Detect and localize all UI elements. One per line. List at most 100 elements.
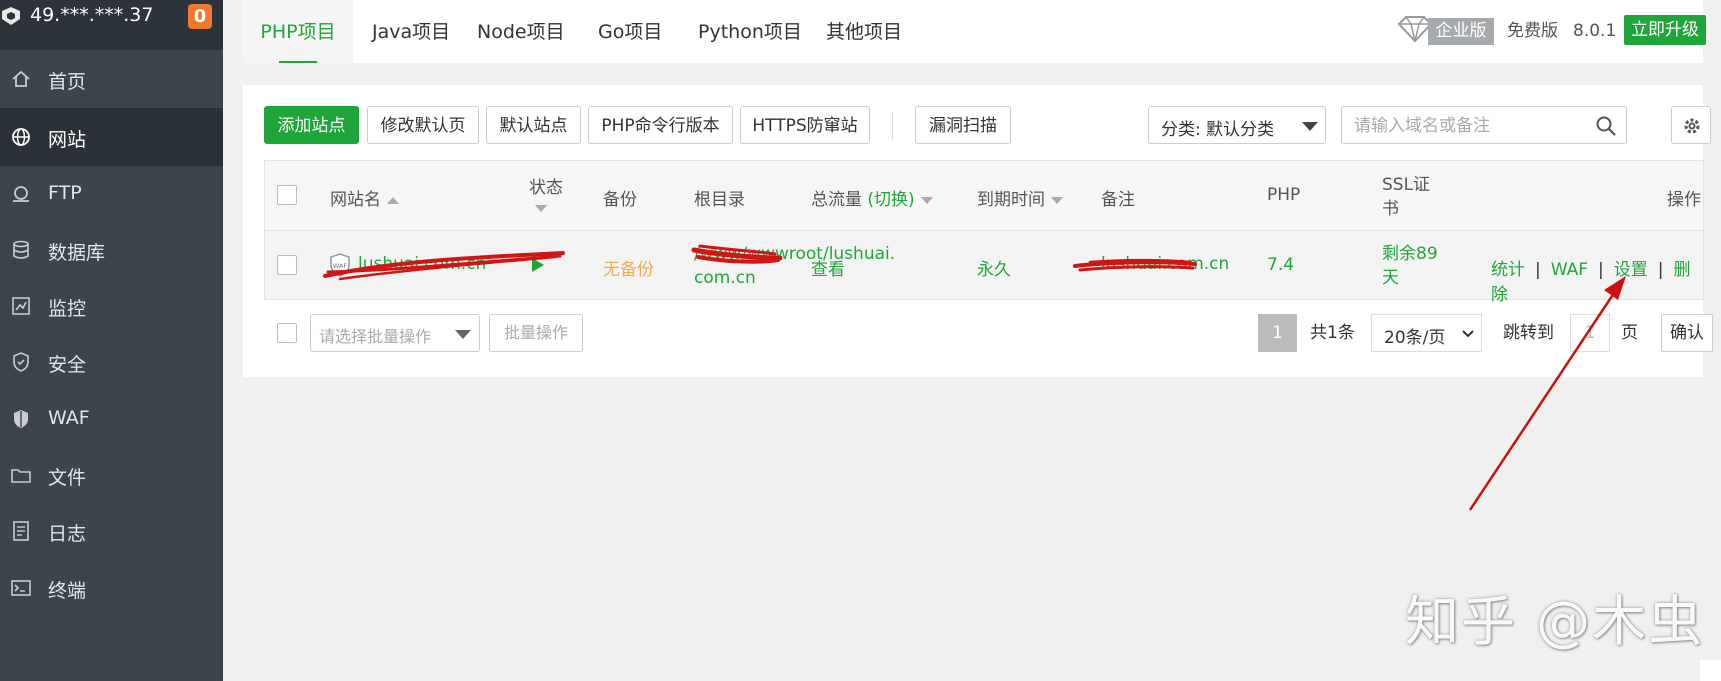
search-icon[interactable] <box>1595 115 1617 137</box>
enterprise-edition-label[interactable]: 企业版 <box>1428 18 1494 45</box>
batch-operation-button[interactable]: 批量操作 <box>489 314 583 352</box>
play-status-icon[interactable] <box>531 257 545 273</box>
default-site-button[interactable]: 默认站点 <box>486 106 581 144</box>
footer-select-all-checkbox[interactable] <box>277 323 297 343</box>
header-ssl: SSL证书 <box>1382 175 1431 219</box>
tab-java[interactable]: Java项目 <box>372 0 450 63</box>
page-size-select[interactable]: 20条/页 <box>1371 314 1482 352</box>
modify-default-page-button[interactable]: 修改默认页 <box>367 106 479 144</box>
header-backup: 备份 <box>603 190 637 210</box>
tab-node[interactable]: Node项目 <box>477 0 565 63</box>
traffic-switch-link[interactable]: (切换) <box>867 190 914 210</box>
header-expire[interactable]: 到期时间 <box>977 185 1063 210</box>
sidebar-item-home[interactable]: 首页 <box>0 50 223 108</box>
sidebar-item-ftp[interactable]: FTP <box>0 165 223 223</box>
tab-label: Python项目 <box>698 21 802 43</box>
row-checkbox[interactable] <box>277 255 297 275</box>
jump-label: 跳转到 <box>1503 323 1554 343</box>
free-edition-label: 免费版 <box>1507 21 1558 41</box>
sidebar-item-files[interactable]: 文件 <box>0 446 223 504</box>
server-ip: 49.***.***.37 <box>30 4 154 26</box>
site-name-link[interactable]: lushuai.com.cn <box>358 254 486 274</box>
search-box[interactable] <box>1341 106 1627 144</box>
header-status[interactable]: 状态 <box>529 173 563 218</box>
server-logo-icon <box>2 7 20 25</box>
backup-status[interactable]: 无备份 <box>603 255 654 280</box>
php-cli-version-button[interactable]: PHP命令行版本 <box>588 106 733 144</box>
chevron-down-icon <box>1462 330 1474 338</box>
sidebar-item-security[interactable]: 安全 <box>0 333 223 391</box>
header-php: PHP <box>1267 185 1301 205</box>
monitor-icon <box>12 297 30 315</box>
chevron-down-icon <box>1302 122 1318 131</box>
sidebar-item-logs[interactable]: 日志 <box>0 502 223 560</box>
expire-value[interactable]: 永久 <box>977 255 1011 280</box>
header-site-name[interactable]: 网站名 <box>330 185 399 210</box>
version-label[interactable]: 8.0.1 <box>1573 18 1616 45</box>
database-icon <box>13 240 29 259</box>
tab-python[interactable]: Python项目 <box>698 0 802 63</box>
server-header: 49.***.***.37 0 <box>0 0 223 50</box>
sidebar-item-label: WAF <box>48 407 90 429</box>
page-size-value: 20条/页 <box>1384 328 1446 348</box>
ssl-status-link[interactable]: 剩余89 天 <box>1382 242 1438 290</box>
header-actions: 操作 <box>1667 190 1701 210</box>
shield-icon <box>13 352 29 372</box>
current-page-button[interactable]: 1 <box>1258 314 1297 352</box>
sidebar-item-label: 终端 <box>48 580 87 602</box>
root-dir-link[interactable]: /www/wwwroot/lushuai. com.cn <box>694 242 895 290</box>
category-select[interactable]: 分类: 默认分类 <box>1148 106 1326 144</box>
sidebar-item-label: 日志 <box>48 523 87 545</box>
settings-button[interactable] <box>1671 106 1711 144</box>
tab-label: Java项目 <box>372 21 451 43</box>
log-icon <box>13 521 29 541</box>
sidebar-item-monitor[interactable]: 监控 <box>0 277 223 335</box>
sidebar-item-terminal[interactable]: 终端 <box>0 559 223 617</box>
sidebar-item-label: 网站 <box>48 129 87 151</box>
waf-link[interactable]: WAF <box>1551 260 1588 280</box>
vulnerability-scan-button[interactable]: 漏洞扫描 <box>915 106 1011 144</box>
php-version-link[interactable]: 7.4 <box>1267 255 1294 275</box>
sort-desc-icon <box>535 204 547 212</box>
toolbar-divider <box>892 112 893 140</box>
jump-page-input[interactable]: 1 <box>1570 314 1610 352</box>
batch-select-placeholder: 请选择批量操作 <box>319 327 432 346</box>
settings-link[interactable]: 设置 <box>1614 260 1648 280</box>
traffic-view-link[interactable]: 查看 <box>811 255 845 280</box>
notification-badge[interactable]: 0 <box>188 4 212 29</box>
tab-label: PHP项目 <box>260 21 336 43</box>
sidebar-item-waf[interactable]: WAF <box>0 390 223 448</box>
select-all-checkbox[interactable] <box>277 185 297 205</box>
sidebar: 49.***.***.37 0 首页 网站 FTP 数据库 监控 安全 WAF … <box>0 0 223 681</box>
sidebar-item-label: 首页 <box>48 71 87 93</box>
globe-icon <box>12 128 30 146</box>
add-site-button[interactable]: 添加站点 <box>264 106 359 144</box>
remark-value[interactable]: lushuai.com.cn <box>1101 254 1229 274</box>
batch-operation-select[interactable]: 请选择批量操作 <box>310 314 480 352</box>
sidebar-item-website[interactable]: 网站 <box>0 108 223 166</box>
stats-link[interactable]: 统计 <box>1491 260 1525 280</box>
gear-icon <box>1684 118 1700 134</box>
sidebar-item-database[interactable]: 数据库 <box>0 221 223 279</box>
search-input[interactable] <box>1352 113 1586 139</box>
header-remark: 备注 <box>1101 190 1135 210</box>
page-unit-label: 页 <box>1621 323 1638 343</box>
header-traffic[interactable]: 总流量 (切换) <box>811 185 933 210</box>
https-anti-snoop-button[interactable]: HTTPS防窜站 <box>740 106 870 144</box>
tab-other[interactable]: 其他项目 <box>826 0 902 63</box>
tab-go[interactable]: Go项目 <box>598 0 662 63</box>
table-header: 网站名 状态 备份 根目录 总流量 (切换) 到期时间 备注 PHP SSL证书… <box>265 161 1703 231</box>
sidebar-item-label: 数据库 <box>48 242 106 264</box>
total-count: 共1条 <box>1310 323 1355 343</box>
category-select-value: 分类: 默认分类 <box>1161 120 1275 140</box>
sort-desc-icon <box>1051 196 1063 204</box>
sort-desc-icon <box>920 196 933 204</box>
tab-php[interactable]: PHP项目 <box>243 0 353 63</box>
jump-confirm-button[interactable]: 确认 <box>1661 314 1713 352</box>
home-icon <box>12 70 30 87</box>
project-tab-bar: PHP项目 Java项目 Node项目 Go项目 Python项目 其他项目 企… <box>243 0 1706 63</box>
upgrade-button[interactable]: 立即升级 <box>1624 15 1706 45</box>
sidebar-item-label: 安全 <box>48 354 87 376</box>
waf-shield-icon: WAF <box>330 253 350 277</box>
active-tab-underline <box>279 61 317 63</box>
